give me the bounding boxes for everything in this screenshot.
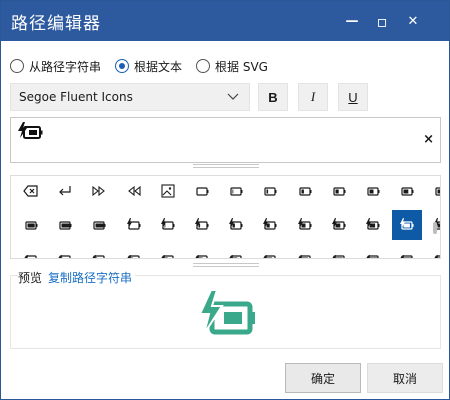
battery-charging-7-icon[interactable] [358, 210, 388, 240]
battery-saver-10-icon[interactable] [358, 244, 388, 258]
rewind-icon[interactable] [119, 176, 149, 206]
battery-saver-4-icon[interactable] [153, 244, 183, 258]
clear-text-button[interactable]: × [423, 132, 434, 147]
battery-0-icon[interactable] [187, 176, 217, 206]
battery-charging-6-icon[interactable] [324, 210, 354, 240]
font-family-value: Segoe Fluent Icons [19, 90, 133, 104]
glyph-text-input[interactable]: × [10, 117, 441, 163]
underline-button[interactable]: U [338, 83, 368, 111]
grid-scrollbar[interactable] [432, 178, 438, 256]
return-icon[interactable] [50, 176, 80, 206]
close-button[interactable]: ✕ [400, 1, 426, 41]
battery-2-icon[interactable] [255, 176, 285, 206]
radio-label: 根据 SVG [215, 59, 268, 74]
radio-circle[interactable] [10, 59, 24, 73]
path-editor-window: 路径编辑器 — ▫ ✕ 从路径字符串 根据文本 根据 SVG Segoe Flu… [0, 0, 450, 400]
mode-radio-group: 从路径字符串 根据文本 根据 SVG [10, 57, 282, 75]
battery-saver-0-icon[interactable] [16, 244, 46, 258]
font-family-select[interactable]: Segoe Fluent Icons [10, 83, 250, 111]
glyph-grid [10, 175, 441, 259]
battery-charging-1-icon[interactable] [153, 210, 183, 240]
splitter-top[interactable] [193, 164, 259, 170]
battery-full-icon[interactable] [84, 210, 114, 240]
radio-from-svg[interactable]: 根据 SVG [196, 58, 268, 75]
battery-charging-2-icon[interactable] [187, 210, 217, 240]
bold-button[interactable]: B [258, 83, 288, 111]
battery-charging-5-icon[interactable] [290, 210, 320, 240]
backspace-icon[interactable] [16, 176, 46, 206]
radio-circle[interactable] [115, 59, 130, 73]
battery-saver-8-icon[interactable] [290, 244, 320, 258]
battery-9-icon[interactable] [16, 210, 46, 240]
battery-1-icon[interactable] [221, 176, 251, 206]
splitter-bottom[interactable] [193, 263, 259, 269]
minimize-button[interactable]: — [339, 1, 365, 41]
battery-saver-5-icon[interactable] [187, 244, 217, 258]
preview-box [10, 275, 441, 349]
battery-3-icon[interactable] [290, 176, 320, 206]
battery-charging-3-icon[interactable] [221, 210, 251, 240]
copy-path-string-link[interactable]: 复制路径字符串 [48, 269, 132, 286]
battery-saver-9-icon[interactable] [324, 244, 354, 258]
preview-label: 预览 [18, 271, 43, 285]
battery-6-icon[interactable] [392, 176, 422, 206]
battery-charging-0-icon[interactable] [119, 210, 149, 240]
battery-saver-11-icon[interactable] [392, 244, 422, 258]
window-title: 路径编辑器 [11, 14, 101, 34]
radio-label: 根据文本 [134, 59, 183, 74]
ok-button[interactable]: 确定 [285, 363, 361, 393]
battery-charging-icon [18, 122, 43, 139]
battery-saver-1-icon[interactable] [50, 244, 80, 258]
picture-icon[interactable] [153, 176, 183, 206]
title-bar: 路径编辑器 — ▫ ✕ [1, 1, 449, 41]
battery-charging-8-icon[interactable] [392, 210, 423, 240]
italic-button[interactable]: I [298, 83, 328, 111]
battery-saver-7-icon[interactable] [255, 244, 285, 258]
battery-charging-4-icon[interactable] [255, 210, 285, 240]
battery-10-icon[interactable] [50, 210, 80, 240]
battery-saver-2-icon[interactable] [84, 244, 114, 258]
fast-forward-icon[interactable] [84, 176, 114, 206]
chevron-down-icon [227, 93, 239, 100]
scrollbar-thumb[interactable] [433, 222, 437, 234]
battery-saver-6-icon[interactable] [221, 244, 251, 258]
radio-label: 从路径字符串 [29, 59, 102, 74]
radio-from-path-string[interactable]: 从路径字符串 [10, 58, 101, 75]
battery-saver-3-icon[interactable] [119, 244, 149, 258]
maximize-button[interactable]: ▫ [369, 1, 395, 41]
battery-charging-icon [198, 290, 255, 335]
preview-header: 预览 复制路径字符串 [18, 269, 136, 286]
battery-5-icon[interactable] [358, 176, 388, 206]
radio-circle[interactable] [196, 59, 211, 73]
battery-4-icon[interactable] [324, 176, 354, 206]
cancel-button[interactable]: 取消 [367, 363, 443, 393]
radio-from-text[interactable]: 根据文本 [115, 58, 182, 75]
